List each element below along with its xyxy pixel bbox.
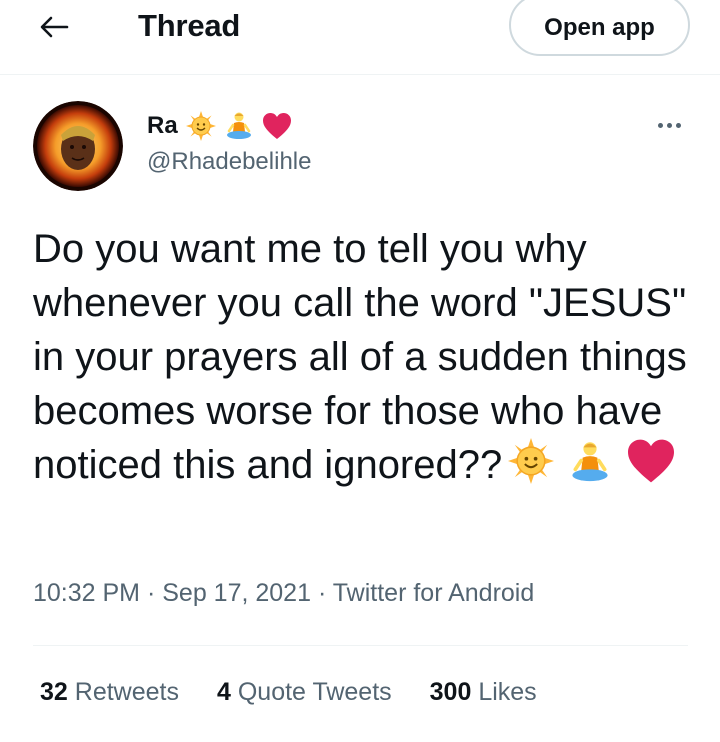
more-options-button[interactable]	[652, 114, 686, 136]
page-title: Thread	[138, 8, 241, 43]
retweets-stat[interactable]: 32 Retweets	[40, 678, 179, 707]
sun-with-face-icon	[185, 111, 216, 141]
retweets-count: 32	[40, 678, 68, 706]
quote-tweets-label: Quote Tweets	[237, 678, 392, 706]
back-arrow-icon	[40, 16, 69, 38]
display-name-text: Ra	[147, 112, 178, 139]
tweet-text: Do you want me to tell you why whenever …	[33, 222, 693, 492]
red-heart-icon	[262, 112, 292, 140]
more-dot	[666, 122, 672, 128]
more-dot	[675, 122, 681, 128]
display-name[interactable]: Ra	[147, 110, 292, 142]
sun-with-face-icon	[508, 438, 555, 484]
meta-separator: ·	[317, 579, 327, 607]
retweets-label: Retweets	[74, 678, 179, 706]
quote-tweets-stat[interactable]: 4 Quote Tweets	[217, 678, 392, 707]
tweet-source[interactable]: Twitter for Android	[333, 579, 534, 607]
top-bar: Thread Open app	[0, 0, 720, 75]
tweet-date[interactable]: Sep 17, 2021	[162, 579, 311, 607]
quote-tweets-count: 4	[216, 678, 231, 706]
avatar[interactable]	[33, 101, 123, 191]
tweet-meta: 10:32 PM · Sep 17, 2021 · Twitter for An…	[33, 579, 534, 608]
likes-label: Likes	[478, 678, 537, 706]
open-app-button[interactable]: Open app	[509, 0, 690, 56]
likes-stat[interactable]: 300 Likes	[430, 678, 537, 707]
likes-count: 300	[429, 678, 472, 706]
meta-separator: ·	[146, 579, 156, 607]
person-in-lotus-position-icon	[224, 111, 254, 141]
red-heart-icon	[626, 438, 676, 484]
tweet-stats: 32 Retweets 4 Quote Tweets 300 Likes	[40, 678, 537, 707]
divider	[33, 645, 688, 646]
person-in-lotus-position-icon	[568, 440, 612, 484]
back-button[interactable]	[34, 12, 74, 42]
user-handle[interactable]: @Rhadebelihle	[147, 148, 311, 176]
more-dot	[657, 122, 663, 128]
tweet-time[interactable]: 10:32 PM	[33, 579, 140, 607]
